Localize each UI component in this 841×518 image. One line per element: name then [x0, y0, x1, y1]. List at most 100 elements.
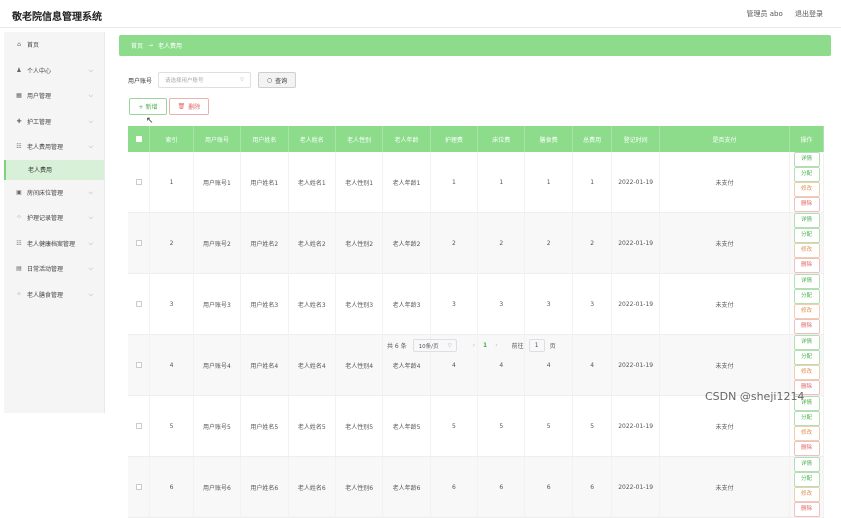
sidebar-item-label: 日常活动管理 [27, 266, 64, 274]
table-cell-paid: 未支付 [659, 395, 791, 457]
view-button[interactable]: 详情 [793, 152, 820, 167]
column-header[interactable]: 老人性别 [335, 126, 384, 152]
breadcrumb: 首页 → 老人费用 [119, 35, 831, 56]
search-icon: ○ [266, 76, 273, 84]
edit-button[interactable]: 修改 [793, 426, 820, 441]
fee-table: 索引 用户账号 用户姓名 老人姓名 老人性别 老人年龄 护理费 床位费 膳食费 总费用 登记时间 是否… [128, 126, 824, 518]
column-header[interactable]: 用户账号 [193, 126, 242, 152]
sidebar-item[interactable]: ♟ 个人中心 ⌵ [4, 58, 104, 84]
column-header[interactable]: 是否支付 [659, 126, 791, 152]
table-cell-idx: 2 [149, 212, 194, 274]
table-cell-date: 2022-01-19 [611, 212, 660, 274]
table-cell-care: 5 [430, 395, 479, 457]
top-right-area: 管理员 abo 退出登录 [737, 9, 823, 19]
row-actions: 详情分配修改删除 [789, 395, 824, 457]
table-cell-idx: 4 [149, 334, 194, 396]
table-cell-idx: 3 [149, 273, 194, 335]
table-cell-age: 老人年龄6 [382, 456, 431, 518]
sidebar-item[interactable]: ▤ 日常活动管理 ⌵ [4, 256, 104, 282]
row-checkbox[interactable] [128, 212, 151, 274]
prev-page-button[interactable]: ‹ [473, 342, 475, 349]
add-button[interactable]: + 新增 [129, 98, 167, 115]
batch-delete-button[interactable]: 🗑 删除 [169, 98, 209, 115]
row-checkbox[interactable] [128, 395, 151, 457]
chevron-down-icon: ⌵ [88, 117, 93, 125]
sidebar-item[interactable]: ☷ 老人费用管理 ⌵ [4, 134, 104, 160]
table-cell-age: 老人年龄5 [382, 395, 431, 457]
sidebar: ⌂ 首页 ♟ 个人中心 ⌵ ▦ 用户管理 ⌵ ✚ 护工管理 ⌵ ☷ 老人费用管理 ⌵ 老人费用 ▣ 房间床位… [4, 32, 105, 413]
column-header[interactable]: 护理费 [430, 126, 479, 152]
sidebar-item-label: 用户管理 [27, 93, 52, 101]
logout-link[interactable]: 退出登录 [795, 10, 823, 18]
sidebar-item[interactable]: ⁘ 护理记录管理 ⌵ [4, 205, 104, 231]
user-account-select[interactable]: 请选择用户账号 ▽ [158, 72, 252, 88]
menu-icon: ▣ [16, 188, 22, 196]
column-header[interactable]: 索引 [149, 126, 194, 152]
delete-button[interactable]: 删除 [793, 441, 820, 456]
edit-button[interactable]: 修改 [793, 365, 820, 380]
next-page-button[interactable]: › [495, 342, 497, 349]
sidebar-item-label: 首页 [27, 42, 40, 50]
table-cell-gender: 老人性别2 [335, 212, 384, 274]
breadcrumb-home[interactable]: 首页 [131, 41, 143, 50]
sidebar-item[interactable]: ⌂ 首页 [4, 32, 104, 58]
table-cell-date: 2022-01-19 [611, 456, 660, 518]
table-cell-bed: 2 [477, 212, 526, 274]
delete-button[interactable]: 删除 [793, 258, 820, 273]
chevron-down-icon: ⌵ [88, 290, 93, 298]
chevron-down-icon: ⌵ [88, 214, 93, 221]
row-checkbox[interactable] [128, 456, 151, 518]
row-checkbox[interactable] [128, 334, 151, 396]
column-header[interactable]: 床位费 [477, 126, 526, 152]
view-button[interactable]: 详情 [793, 213, 820, 228]
edit-button[interactable]: 修改 [793, 487, 820, 502]
row-checkbox[interactable] [128, 273, 151, 335]
column-header[interactable]: 老人年龄 [382, 126, 431, 152]
sidebar-sub-item-elder-fee[interactable]: 老人费用 [4, 159, 104, 180]
view-button[interactable]: 详情 [793, 335, 820, 350]
assign-button[interactable]: 分配 [793, 289, 820, 304]
table-cell-date: 2022-01-19 [611, 395, 660, 457]
column-header[interactable]: 用户姓名 [240, 126, 289, 152]
assign-button[interactable]: 分配 [793, 228, 820, 243]
search-button[interactable]: ○ 查询 [258, 72, 297, 88]
edit-button[interactable]: 修改 [793, 182, 820, 197]
assign-button[interactable]: 分配 [793, 472, 820, 487]
view-button[interactable]: 详情 [793, 274, 820, 289]
goto-unit: 页 [549, 343, 556, 350]
column-header[interactable]: 总费用 [572, 126, 613, 152]
column-header[interactable]: 膳食费 [524, 126, 573, 152]
table-cell-paid: 未支付 [659, 334, 791, 396]
assign-button[interactable]: 分配 [793, 411, 820, 426]
assign-button[interactable]: 分配 [793, 350, 820, 365]
edit-button[interactable]: 修改 [793, 243, 820, 258]
current-page[interactable]: 1 [483, 342, 487, 349]
row-checkbox[interactable] [128, 152, 151, 213]
delete-button[interactable]: 删除 [793, 502, 820, 517]
delete-button[interactable]: 删除 [793, 319, 820, 334]
sidebar-item[interactable]: ▣ 房间床位管理 ⌵ [4, 180, 104, 206]
table-cell-paid: 未支付 [659, 152, 791, 213]
sidebar-item[interactable]: ☷ 老人健康档案管理 ⌵ [4, 231, 104, 257]
sidebar-item-label: 个人中心 [27, 67, 52, 75]
column-header[interactable]: 老人姓名 [288, 126, 336, 152]
search-label: 用户账号 [128, 77, 153, 85]
row-actions: 详情分配修改删除 [789, 456, 824, 518]
sidebar-item[interactable]: ⁘ 老人膳食管理 ⌵ [4, 282, 104, 308]
app-title: 敬老院信息管理系统 [12, 12, 102, 23]
page-size-select[interactable]: 10条/页 ▽ [412, 339, 457, 352]
sidebar-item[interactable]: ✚ 护工管理 ⌵ [4, 109, 104, 135]
table-cell-gender: 老人性别1 [335, 152, 384, 213]
table-cell-age: 老人年龄2 [382, 212, 431, 274]
select-all-checkbox[interactable] [128, 126, 151, 152]
assign-button[interactable]: 分配 [793, 167, 820, 182]
delete-button[interactable]: 删除 [793, 197, 820, 212]
table-cell-gender: 老人性别5 [335, 395, 384, 457]
view-button[interactable]: 详情 [793, 457, 820, 472]
top-bar: 敬老院信息管理系统 管理员 abo 退出登录 [0, 0, 841, 28]
column-header[interactable]: 登记时间 [611, 126, 660, 152]
goto-page-input[interactable]: 1 [528, 339, 545, 352]
edit-button[interactable]: 修改 [793, 304, 820, 319]
table-cell-uname: 用户姓名1 [240, 152, 289, 213]
sidebar-item[interactable]: ▦ 用户管理 ⌵ [4, 83, 104, 109]
